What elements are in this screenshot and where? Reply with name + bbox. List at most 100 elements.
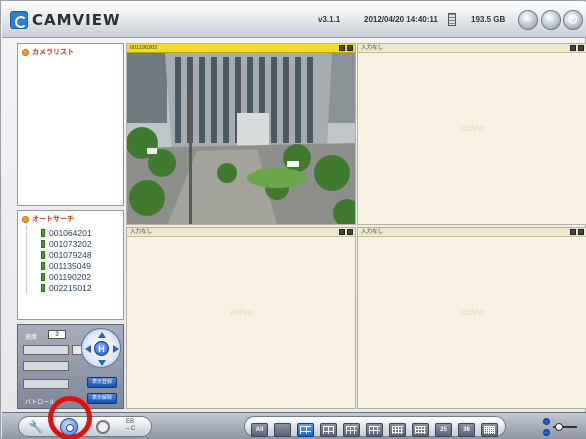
camera-list-panel[interactable]: カメラリスト <box>17 43 124 206</box>
cell-close-icon[interactable] <box>578 229 584 235</box>
cell-menu-icon[interactable] <box>339 45 345 51</box>
preset-input[interactable] <box>23 345 69 355</box>
arrow-right-icon[interactable] <box>113 345 119 353</box>
layout-36-button[interactable]: 36 <box>458 423 475 437</box>
power-button[interactable]: ⏻ <box>563 10 583 30</box>
camera-list-header: カメラリスト <box>18 44 123 60</box>
ptz-control-panel: 速度 3 パトロール H 表示登録 表示解除 <box>17 324 124 409</box>
layout-8-button[interactable] <box>343 423 360 437</box>
layout-1-button[interactable] <box>274 423 291 437</box>
cell-menu-icon[interactable] <box>570 229 576 235</box>
power-icon: ⏻ <box>568 13 578 26</box>
layout-9-button[interactable] <box>366 423 383 437</box>
datetime-text: 2012/04/20 14:40:11 <box>364 15 438 24</box>
video-watermark: video <box>459 308 485 318</box>
video-cell-label: 入力なし <box>361 45 384 51</box>
video-cell-label: 001190202 <box>130 45 158 51</box>
cell-menu-icon[interactable] <box>339 229 345 235</box>
layout-custom-button[interactable] <box>481 423 498 437</box>
auto-search-header[interactable]: オートサーチ <box>18 211 123 227</box>
video-cell-header: 001190202 <box>127 44 355 53</box>
layout-25-button[interactable]: 25 <box>435 423 452 437</box>
app-logo: CAMVIEW <box>10 10 121 30</box>
arrow-up-icon[interactable] <box>98 332 106 338</box>
folder-icon <box>22 215 29 223</box>
volume-slider[interactable] <box>543 418 579 436</box>
layout-4-button[interactable] <box>297 423 314 437</box>
layout-all-button[interactable]: All <box>251 423 268 437</box>
video-cell-2[interactable]: 入力なし video <box>357 43 586 225</box>
camera-icon <box>41 272 45 281</box>
wrench-icon[interactable]: 🔧 <box>28 420 44 434</box>
layout-13-button[interactable] <box>389 423 406 437</box>
minimize-button[interactable]: − <box>518 10 538 30</box>
camview-logo-icon <box>10 11 28 29</box>
volume-handle[interactable] <box>555 423 563 431</box>
camera-feed-image <box>127 53 355 224</box>
ptz-home-button[interactable]: H <box>94 341 109 356</box>
minus-icon: − <box>524 14 532 26</box>
video-watermark: video <box>459 124 485 134</box>
camera-icon <box>41 283 45 292</box>
register-button[interactable]: 表示登録 <box>87 377 117 388</box>
camview-window: CAMVIEW v3.1.1 2012/04/20 14:40:11 193.5… <box>0 0 586 439</box>
speaker-icon <box>543 418 550 425</box>
video-cell-label: 入力なし <box>361 229 384 235</box>
speed-label: 速度 <box>25 335 38 341</box>
record-button[interactable] <box>60 418 78 436</box>
disk-free-text: 193.5 GB <box>471 15 506 24</box>
cell-close-icon[interactable] <box>347 45 353 51</box>
view-switch-label-bottom: ⇔C <box>124 426 136 432</box>
patrol-label: パトロール <box>25 400 56 406</box>
camera-icon <box>41 228 45 237</box>
video-cell-header: 入力なし <box>127 228 355 237</box>
layout-16-button[interactable] <box>412 423 429 437</box>
folder-icon <box>22 48 29 56</box>
hard-disk-icon <box>448 13 456 26</box>
square-icon: ▫ <box>549 14 553 26</box>
auto-search-tree: 001064201 001073202 001079248 001135049 … <box>26 227 123 293</box>
layout-pill: All 25 36 <box>244 416 506 437</box>
ptz-joystick[interactable]: H <box>81 328 121 368</box>
video-cell-3[interactable]: 入力なし video <box>126 227 356 409</box>
view-switch-button[interactable]: EB ⇔C <box>119 419 141 435</box>
camera-icon <box>41 250 45 259</box>
cell-menu-icon[interactable] <box>570 45 576 51</box>
release-button[interactable]: 表示解除 <box>87 393 117 404</box>
grid-icon <box>484 426 495 434</box>
list-item[interactable]: 001190202 <box>41 271 123 282</box>
title-bar: CAMVIEW v3.1.1 2012/04/20 14:40:11 193.5… <box>2 2 586 38</box>
arrow-left-icon[interactable] <box>85 345 91 353</box>
grid-icon <box>346 426 357 434</box>
grid-icon <box>300 426 311 434</box>
video-cell-label: 入力なし <box>130 229 153 235</box>
view-switch-label-top: EB <box>125 419 134 425</box>
video-cell-4[interactable]: 入力なし video <box>357 227 586 409</box>
camera-list-title: カメラリスト <box>32 49 74 56</box>
list-item[interactable]: 001079248 <box>41 249 123 260</box>
auto-search-panel: オートサーチ 001064201 001073202 001079248 001… <box>17 210 124 320</box>
arrow-down-icon[interactable] <box>98 360 106 366</box>
video-watermark: video <box>228 308 254 318</box>
version-text: v3.1.1 <box>318 15 341 24</box>
app-logo-text: CAMVIEW <box>32 11 121 29</box>
grid-icon <box>415 426 426 434</box>
maximize-button[interactable]: ▫ <box>541 10 561 30</box>
list-item[interactable]: 002215012 <box>41 282 123 293</box>
cell-close-icon[interactable] <box>578 45 584 51</box>
preset-select[interactable] <box>23 361 69 371</box>
video-cell-1[interactable]: 001190202 <box>126 43 356 225</box>
grid-icon <box>323 426 334 434</box>
list-item[interactable]: 001135049 <box>41 260 123 271</box>
speed-select[interactable]: 3 <box>48 330 66 339</box>
snapshot-button[interactable] <box>96 420 110 434</box>
bottom-toolbar: 🔧 EB ⇔C All 25 36 <box>2 412 586 439</box>
video-cell-header: 入力なし <box>358 228 586 237</box>
layout-6-button[interactable] <box>320 423 337 437</box>
cell-close-icon[interactable] <box>347 229 353 235</box>
patrol-select[interactable] <box>23 379 69 389</box>
list-item[interactable]: 001073202 <box>41 238 123 249</box>
grid-icon <box>369 426 380 434</box>
list-item[interactable]: 001064201 <box>41 227 123 238</box>
microphone-icon <box>543 429 550 436</box>
